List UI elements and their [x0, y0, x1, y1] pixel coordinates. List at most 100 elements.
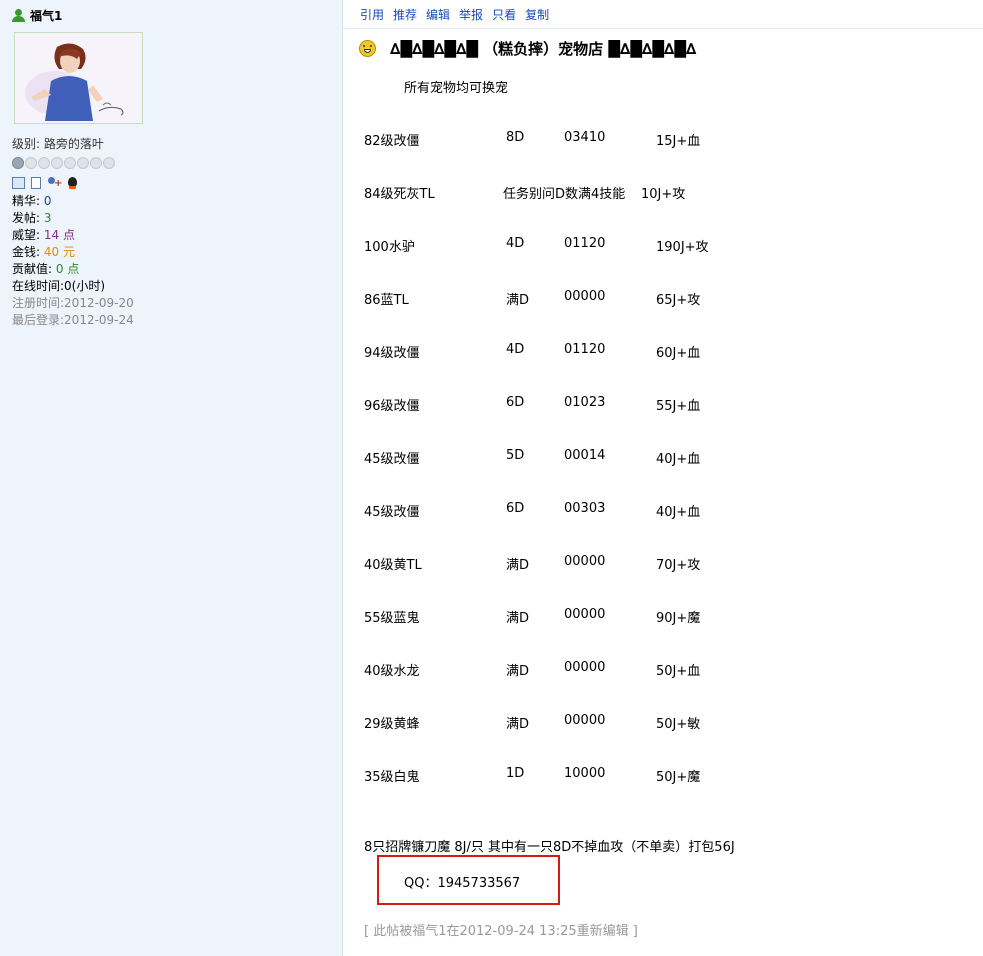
pet-d: 满D	[506, 717, 530, 732]
pet-stats: 10000	[564, 766, 606, 781]
posts-doc-icon[interactable]	[31, 177, 41, 189]
pet-name: 84级死灰TL	[364, 187, 435, 202]
stat-fatie: 发帖: 3	[12, 210, 332, 227]
action-quote[interactable]: 引用	[360, 6, 384, 23]
rank-star-icon	[103, 156, 115, 169]
pet-d: 6D	[506, 395, 525, 410]
stat-label: 金钱:	[12, 245, 41, 259]
profile-card-icon[interactable]	[12, 177, 25, 189]
post-intro: 所有宠物均可换宠	[404, 81, 509, 96]
rank-stars	[12, 154, 332, 171]
smiley-icon	[359, 39, 376, 57]
user-action-icons	[12, 175, 332, 191]
qq-contact: QQ：1945733567	[404, 876, 521, 891]
add-friend-icon[interactable]	[47, 177, 62, 189]
pet-name: 55级蓝鬼	[364, 611, 420, 626]
level-value: 路旁的落叶	[43, 137, 104, 151]
post-content: 引用 推荐 编辑 举报 只看 复制 ∆█∆█∆█∆█ （糕负摔）宠物店 █∆█∆…	[343, 0, 983, 956]
stat-value: 0 点	[55, 262, 80, 276]
user-sidebar: 福气1 级别: 路旁的落叶 精华: 0	[0, 0, 343, 956]
pet-price: 70J+攻	[656, 558, 701, 573]
pet-price: 40J+血	[656, 505, 701, 520]
post-actions: 引用 推荐 编辑 举报 只看 复制	[360, 6, 549, 23]
action-recommend[interactable]: 推荐	[393, 6, 417, 23]
pet-stats: 00000	[564, 289, 606, 304]
rank-star-icon	[90, 156, 102, 169]
pet-name: 94级改僵	[364, 346, 420, 361]
pet-price: 50J+血	[656, 664, 701, 679]
pet-d: 1D	[506, 766, 525, 781]
qq-icon[interactable]	[66, 177, 79, 189]
pet-price: 10J+攻	[641, 187, 686, 202]
pet-d: 4D	[506, 236, 525, 251]
action-edit[interactable]: 编辑	[426, 6, 450, 23]
pet-price: 60J+血	[656, 346, 701, 361]
pet-price: 190J+攻	[656, 240, 709, 255]
pet-name: 40级黄TL	[364, 558, 422, 573]
stat-register-time: 注册时间:2012-09-20	[12, 296, 134, 310]
action-only-view[interactable]: 只看	[492, 6, 516, 23]
pet-price: 15J+血	[656, 134, 701, 149]
pet-name: 35级白鬼	[364, 770, 420, 785]
stat-value: 14 点	[43, 228, 75, 242]
level-label: 级别:	[12, 137, 41, 151]
stat-value: 40 元	[43, 245, 75, 259]
pet-d: 4D	[506, 342, 525, 357]
pet-d: 6D	[506, 501, 525, 516]
pet-name: 40级水龙	[364, 664, 420, 679]
rank-star-icon	[12, 156, 24, 169]
stat-last-login: 最后登录:2012-09-24	[12, 313, 134, 327]
stat-label: 精华:	[12, 194, 41, 208]
stat-jinqian: 金钱: 40 元	[12, 244, 332, 261]
pet-d: 满D	[506, 611, 530, 626]
pet-stats: 00000	[564, 660, 606, 675]
rank-star-icon	[25, 156, 37, 169]
pet-name: 82级改僵	[364, 134, 420, 149]
stat-value: 0	[43, 194, 52, 208]
pet-d: 满D	[506, 558, 530, 573]
username[interactable]: 福气1	[12, 6, 62, 24]
user-stats: 级别: 路旁的落叶 精华: 0 发帖: 3 威望: 14 点 金钱: 40 元 …	[12, 136, 332, 329]
pet-price: 90J+魔	[656, 611, 701, 626]
stat-gongxian: 贡献值: 0 点	[12, 261, 332, 278]
stat-label: 发帖:	[12, 211, 41, 225]
username-text[interactable]: 福气1	[30, 7, 62, 24]
pet-stats: 01023	[564, 395, 606, 410]
pet-price: 50J+敏	[656, 717, 701, 732]
avatar[interactable]	[14, 32, 143, 124]
rank-star-icon	[51, 156, 63, 169]
pet-d: 满D	[506, 293, 530, 308]
user-online-icon	[12, 8, 25, 22]
action-copy[interactable]: 复制	[525, 6, 549, 23]
pet-stats: 00000	[564, 713, 606, 728]
divider	[343, 28, 983, 29]
rank-star-icon	[64, 156, 76, 169]
stat-value: 3	[43, 211, 52, 225]
pet-stats: 00014	[564, 448, 606, 463]
user-level: 级别: 路旁的落叶	[12, 136, 332, 154]
edit-note: [ 此帖被福气1在2012-09-24 13:25重新编辑 ]	[364, 924, 638, 939]
pet-name: 96级改僵	[364, 399, 420, 414]
stat-jinghua: 精华: 0	[12, 193, 332, 210]
pet-stats: 01120	[564, 342, 606, 357]
rank-star-icon	[38, 156, 50, 169]
pet-name: 45级改僵	[364, 452, 420, 467]
stat-online-time: 在线时间:0(小时)	[12, 279, 106, 293]
pet-name: 86蓝TL	[364, 293, 409, 308]
pet-price: 55J+血	[656, 399, 701, 414]
bundle-note: 8只招牌镰刀魔 8J/只 其中有一只8D不掉血攻（不单卖）打包56J	[364, 840, 735, 855]
pet-stats: 00303	[564, 501, 606, 516]
action-report[interactable]: 举报	[459, 6, 483, 23]
stat-label: 威望:	[12, 228, 41, 242]
pet-d: 5D	[506, 448, 525, 463]
pet-name: 100水驴	[364, 240, 415, 255]
pet-stats: 03410	[564, 130, 606, 145]
rank-star-icon	[77, 156, 89, 169]
stat-weiwang: 威望: 14 点	[12, 227, 332, 244]
avatar-illustration	[15, 33, 142, 123]
post-title-text: ∆█∆█∆█∆█ （糕负摔）宠物店 █∆█∆█∆█∆	[390, 39, 697, 58]
pet-d: 8D	[506, 130, 525, 145]
pet-stats: 01120	[564, 236, 606, 251]
pet-stats: 00000	[564, 607, 606, 622]
pet-d: 满D	[506, 664, 530, 679]
